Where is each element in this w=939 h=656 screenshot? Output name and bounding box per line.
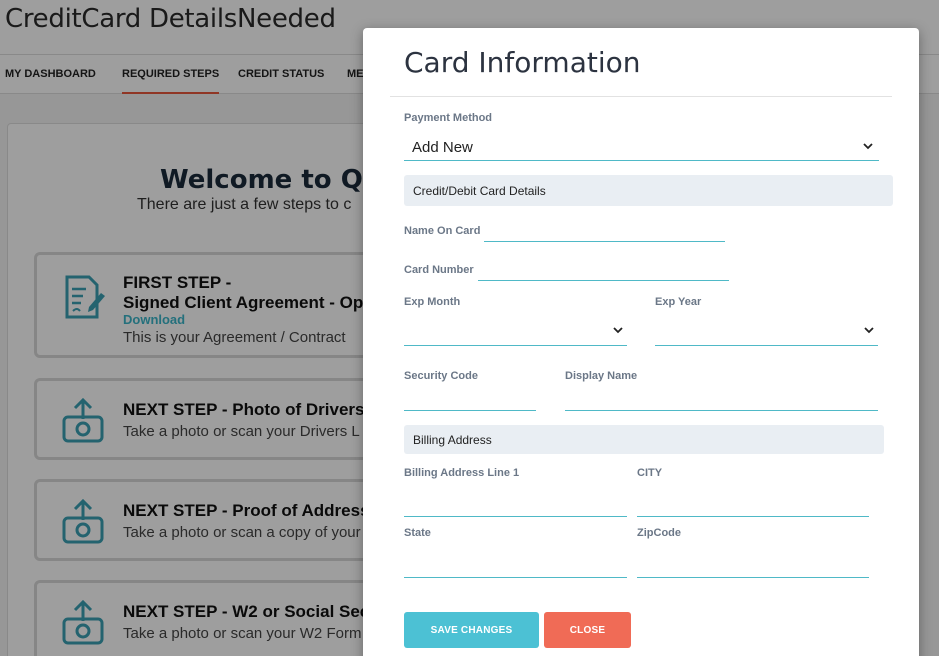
chevron-down-icon [863, 143, 873, 150]
field-underline [404, 345, 627, 346]
exp-month-label: Exp Month [404, 296, 461, 308]
security-code-input[interactable] [404, 388, 536, 411]
card-details-section: Credit/Debit Card Details [404, 175, 893, 206]
state-input[interactable] [404, 546, 627, 578]
exp-year-select[interactable] [655, 318, 878, 346]
field-underline [637, 577, 869, 578]
modal-divider [390, 96, 892, 97]
card-information-modal: Card Information Payment Method Add New … [363, 28, 919, 656]
card-number-label: Card Number [404, 264, 474, 276]
field-underline [404, 577, 627, 578]
city-label: CITY [637, 467, 663, 479]
field-underline [655, 345, 878, 346]
billing-address-section: Billing Address [404, 425, 884, 454]
field-underline [565, 410, 878, 411]
field-underline [404, 410, 536, 411]
zipcode-input[interactable] [637, 546, 869, 578]
security-code-label: Security Code [404, 370, 478, 382]
chevron-down-icon [613, 327, 623, 334]
field-underline [404, 516, 627, 517]
payment-method-value: Add New [412, 139, 473, 156]
field-underline [484, 241, 725, 242]
exp-month-select[interactable] [404, 318, 627, 346]
display-name-input[interactable] [565, 388, 878, 411]
close-button[interactable]: CLOSE [544, 612, 631, 648]
exp-year-label: Exp Year [655, 296, 702, 308]
billing-line1-input[interactable] [404, 486, 627, 517]
card-number-input[interactable] [478, 263, 729, 281]
payment-method-select[interactable]: Add New [404, 134, 879, 162]
state-label: State [404, 527, 431, 539]
save-changes-button[interactable]: SAVE CHANGES [404, 612, 539, 648]
name-on-card-label: Name On Card [404, 225, 481, 237]
field-underline [478, 280, 729, 281]
zipcode-label: ZipCode [637, 527, 681, 539]
chevron-down-icon [864, 327, 874, 334]
payment-method-label: Payment Method [404, 112, 493, 124]
name-on-card-input[interactable] [484, 224, 725, 242]
billing-line1-label: Billing Address Line 1 [404, 467, 520, 479]
display-name-label: Display Name [565, 370, 638, 382]
field-underline [637, 516, 869, 517]
city-input[interactable] [637, 486, 869, 517]
modal-title: Card Information [404, 46, 641, 79]
field-underline [404, 160, 879, 161]
